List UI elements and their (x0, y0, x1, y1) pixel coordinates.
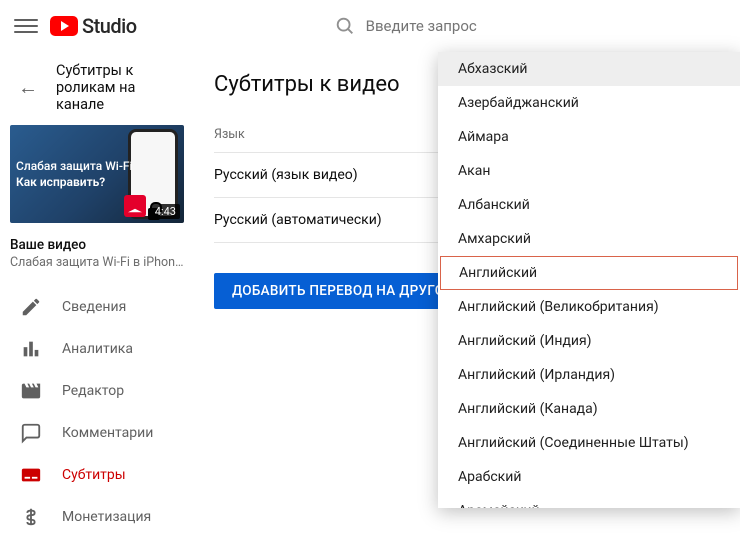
film-icon (20, 380, 42, 402)
video-thumbnail[interactable]: Слабая защита Wi-FiКак исправить? 4:43 (10, 125, 184, 223)
nav-item-pencil[interactable]: Сведения (0, 286, 194, 328)
youtube-icon (50, 16, 78, 36)
language-dropdown[interactable]: АбхазскийАзербайджанскийАймараАканАлбанс… (438, 52, 740, 508)
language-option[interactable]: Английский (Индия) (438, 324, 740, 358)
language-option[interactable]: Арабский (438, 460, 740, 494)
language-option[interactable]: Английский (440, 256, 738, 290)
bars-icon (20, 338, 42, 360)
language-option[interactable]: Албанский (438, 188, 740, 222)
nav-label: Комментарии (62, 425, 153, 441)
language-option[interactable]: Английский (Канада) (438, 392, 740, 426)
video-title-label: Ваше видео (10, 237, 184, 253)
language-option[interactable]: Акан (438, 154, 740, 188)
language-option[interactable]: Абхазский (438, 52, 740, 86)
cc-icon (20, 464, 42, 486)
hamburger-menu-icon[interactable] (14, 14, 38, 38)
nav-item-cc[interactable]: Субтитры (0, 454, 194, 496)
pencil-icon (20, 296, 42, 318)
nav-label: Монетизация (62, 509, 151, 525)
language-option[interactable]: Азербайджанский (438, 86, 740, 120)
search-bar[interactable] (334, 15, 566, 37)
nav-item-comment[interactable]: Комментарии (0, 412, 194, 454)
search-input[interactable] (366, 17, 566, 35)
nav-label: Редактор (62, 383, 124, 399)
video-subtitle: Слабая защита Wi-Fi в iPhone: что … (10, 255, 184, 270)
comment-icon (20, 422, 42, 444)
language-option[interactable]: Арамейский (438, 494, 740, 508)
language-option[interactable]: Амхарский (438, 222, 740, 256)
sidebar-title: Субтитры к роликам на канале (56, 62, 176, 113)
nav-label: Сведения (62, 299, 126, 315)
studio-logo[interactable]: Studio (50, 14, 137, 38)
video-duration: 4:43 (151, 204, 180, 219)
language-option[interactable]: Аймара (438, 120, 740, 154)
nav-item-dollar[interactable]: Монетизация (0, 496, 194, 538)
nav-label: Аналитика (62, 341, 133, 357)
nav-item-film[interactable]: Редактор (0, 370, 194, 412)
nav-item-bars[interactable]: Аналитика (0, 328, 194, 370)
language-option[interactable]: Английский (Соединенные Штаты) (438, 426, 740, 460)
logo-text: Studio (82, 14, 137, 38)
back-arrow-icon[interactable]: ← (18, 75, 38, 100)
nav-label: Субтитры (62, 467, 126, 483)
language-option[interactable]: Английский (Ирландия) (438, 358, 740, 392)
language-option[interactable]: Английский (Великобритания) (438, 290, 740, 324)
search-icon (334, 15, 356, 37)
dollar-icon (20, 506, 42, 528)
